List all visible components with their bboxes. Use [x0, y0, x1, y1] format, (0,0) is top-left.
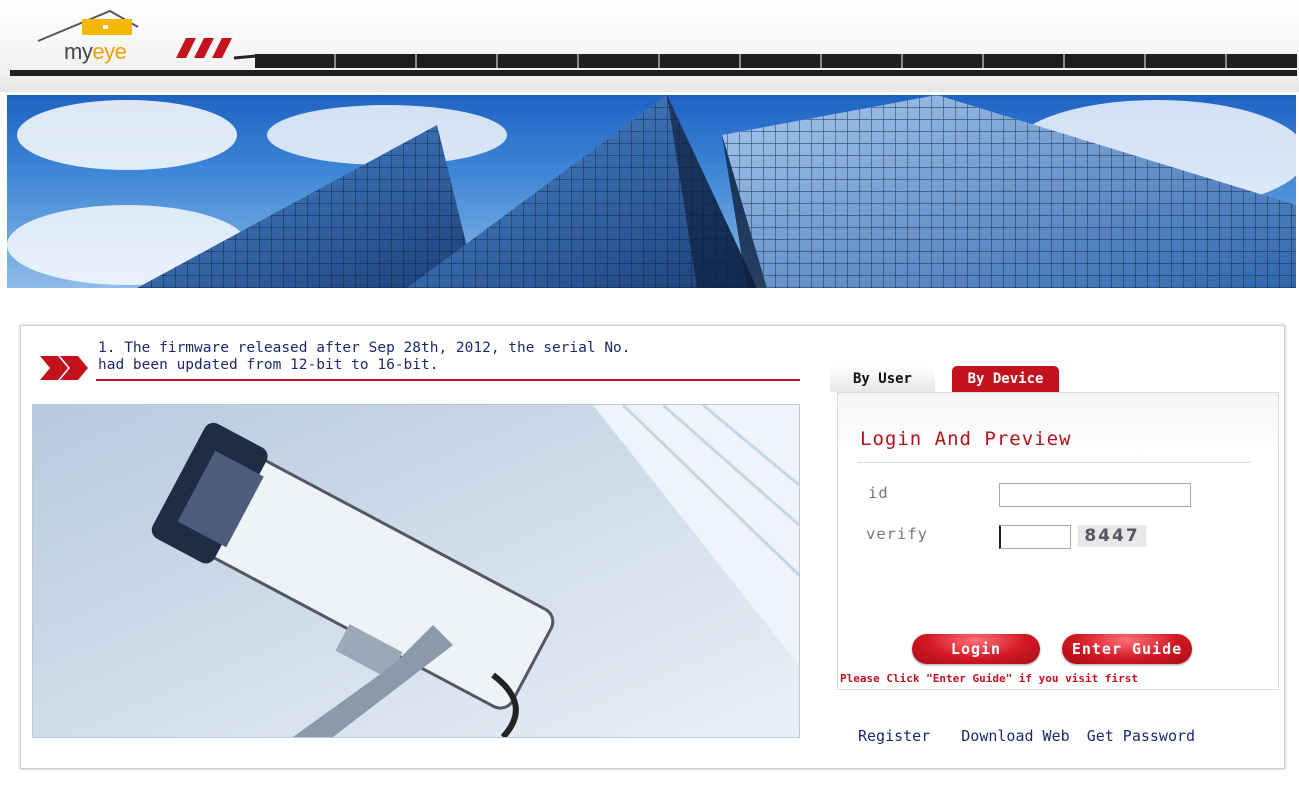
login-title-divider — [858, 462, 1251, 463]
tab-by-device[interactable]: By Device — [952, 366, 1059, 392]
id-label: id — [868, 484, 889, 502]
id-field[interactable] — [999, 483, 1191, 507]
page: myeye 1. The firmware released after Sep… — [0, 0, 1299, 794]
security-camera-illustration — [33, 405, 799, 737]
firmware-notice: 1. The firmware released after Sep 28th,… — [40, 340, 800, 384]
login-title: Login And Preview — [860, 428, 1072, 450]
register-link[interactable]: Register — [858, 727, 930, 745]
banner-image — [7, 95, 1296, 288]
enter-guide-button[interactable]: Enter Guide — [1062, 634, 1192, 664]
slash-stripes-icon — [176, 38, 256, 60]
captcha-image[interactable]: 8447 — [1078, 525, 1146, 547]
verify-label: verify — [866, 525, 928, 543]
login-button[interactable]: Login — [912, 634, 1040, 664]
verify-code-field[interactable] — [999, 525, 1071, 549]
logo[interactable]: myeye — [32, 5, 144, 67]
notice-divider — [96, 379, 800, 381]
get-password-link[interactable]: Get Password — [1087, 727, 1195, 745]
footer-links: Register Download Web Get Password — [858, 727, 1195, 745]
security-camera-photo — [32, 404, 800, 738]
nav-bar-underline — [10, 70, 1297, 76]
tab-by-user[interactable]: By User — [830, 366, 935, 392]
skyscrapers-illustration — [7, 95, 1296, 288]
notice-text: 1. The firmware released after Sep 28th,… — [98, 340, 631, 373]
red-arrow-icon — [40, 356, 88, 380]
header: myeye — [0, 0, 1299, 92]
download-web-link[interactable]: Download Web — [961, 727, 1069, 745]
logo-text: myeye — [64, 39, 127, 64]
nav-bar — [255, 54, 1297, 68]
guide-hint: Please Click "Enter Guide" if you visit … — [840, 672, 1139, 685]
